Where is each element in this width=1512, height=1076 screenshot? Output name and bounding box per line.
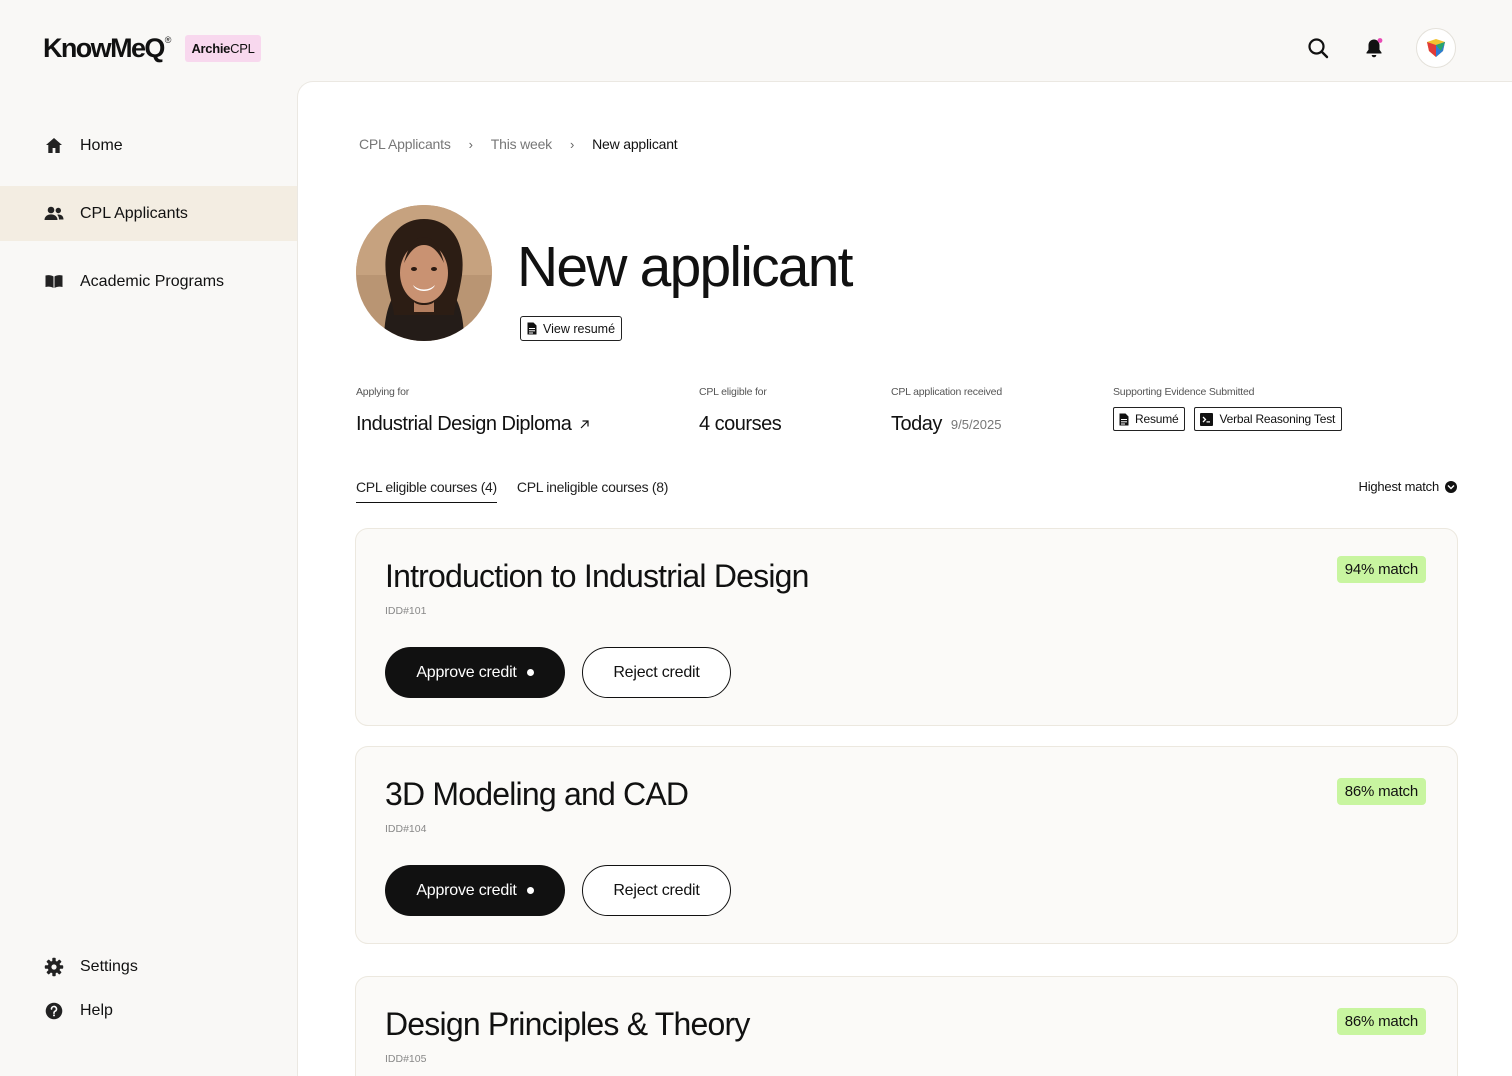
course-card: 3D Modeling and CAD IDD#104 86% match Ap… — [355, 746, 1458, 944]
sidebar-item-label: Help — [80, 1001, 113, 1019]
view-resume-label: View resumé — [543, 321, 616, 336]
sidebar-item-help[interactable]: Help — [0, 983, 297, 1038]
stat-label: CPL eligible for — [699, 386, 767, 398]
sort-label: Highest match — [1358, 479, 1440, 494]
course-code: IDD#105 — [385, 1053, 427, 1065]
sort-dropdown[interactable]: Highest match — [1358, 479, 1457, 494]
view-resume-button[interactable]: View resumé — [520, 316, 623, 341]
search-icon[interactable] — [1298, 28, 1338, 68]
users-icon — [44, 204, 64, 224]
terminal-icon — [1200, 412, 1214, 426]
tab-eligible-courses[interactable]: CPL eligible courses (4) — [356, 479, 497, 503]
chevron-down-icon — [1445, 480, 1457, 493]
match-badge: 86% match — [1336, 1008, 1426, 1035]
main-panel: CPL Applicants › This week › New applica… — [297, 81, 1512, 1076]
stat-applying-for: Applying for Industrial Design Diploma — [356, 386, 590, 436]
book-icon — [44, 272, 64, 292]
approve-label: Approve credit — [416, 881, 517, 899]
sidebar-item-label: Academic Programs — [80, 272, 225, 290]
dot-icon — [526, 887, 534, 894]
course-title: Design Principles & Theory — [385, 1006, 750, 1042]
page-title: New applicant — [517, 235, 853, 299]
reject-credit-button[interactable]: Reject credit — [582, 647, 731, 698]
course-title: Introduction to Industrial Design — [385, 558, 809, 594]
evidence-resume-chip[interactable]: Resumé — [1113, 407, 1186, 431]
course-title: 3D Modeling and CAD — [385, 776, 689, 812]
evidence-label: Verbal Reasoning Test — [1219, 412, 1336, 426]
applicant-photo — [356, 205, 492, 341]
top-actions — [1298, 28, 1456, 68]
sidebar-item-home[interactable]: Home — [0, 118, 297, 173]
document-icon — [1119, 413, 1129, 425]
brand-logo[interactable]: KnowMeQ ® ArchieCPL — [43, 33, 261, 64]
chevron-right-icon: › — [468, 136, 473, 152]
received-date: 9/5/2025 — [950, 417, 1002, 432]
external-link-icon[interactable] — [579, 419, 590, 430]
sidebar-item-academic-programs[interactable]: Academic Programs — [0, 254, 297, 309]
registered-mark: ® — [164, 34, 172, 45]
document-icon — [527, 322, 537, 335]
dot-icon — [526, 669, 534, 676]
tab-ineligible-courses[interactable]: CPL ineligible courses (8) — [517, 479, 669, 503]
stat-label: Supporting Evidence Submitted — [1113, 386, 1255, 398]
breadcrumb-current: New applicant — [592, 136, 678, 152]
help-icon — [44, 1001, 64, 1021]
product-badge: ArchieCPL — [185, 35, 261, 62]
sidebar-item-label: CPL Applicants — [80, 204, 188, 222]
chevron-right-icon: › — [570, 136, 575, 152]
stat-supporting-evidence: Supporting Evidence Submitted Resumé Ver… — [1113, 386, 1351, 431]
breadcrumb: CPL Applicants › This week › New applica… — [359, 136, 678, 152]
course-code: IDD#101 — [385, 605, 427, 617]
course-card: Design Principles & Theory IDD#105 86% m… — [355, 976, 1458, 1076]
sidebar-item-label: Settings — [80, 957, 138, 975]
breadcrumb-item[interactable]: CPL Applicants — [359, 136, 451, 152]
evidence-label: Resumé — [1135, 412, 1179, 426]
program-name[interactable]: Industrial Design Diploma — [356, 413, 572, 436]
gear-icon — [44, 957, 64, 977]
sidebar-item-label: Home — [80, 136, 123, 154]
brand-wordmark: KnowMeQ — [43, 33, 165, 63]
sidebar-item-cpl-applicants[interactable]: CPL Applicants — [0, 186, 297, 241]
stat-label: Applying for — [356, 386, 410, 398]
stat-label: CPL application received — [891, 386, 1002, 398]
product-name-rest: CPL — [230, 41, 255, 56]
course-card: Introduction to Industrial Design IDD#10… — [355, 528, 1458, 726]
match-badge: 94% match — [1336, 556, 1426, 583]
course-code: IDD#104 — [385, 823, 427, 835]
stat-eligible-for: CPL eligible for 4 courses — [699, 386, 782, 436]
approve-label: Approve credit — [416, 663, 517, 681]
match-badge: 86% match — [1336, 778, 1426, 805]
breadcrumb-item[interactable]: This week — [491, 136, 552, 152]
evidence-test-chip[interactable]: Verbal Reasoning Test — [1194, 407, 1343, 431]
profile-logo-icon[interactable] — [1416, 28, 1456, 68]
bell-icon[interactable] — [1354, 28, 1394, 68]
stat-application-received: CPL application received Today 9/5/2025 — [891, 386, 1002, 436]
approve-credit-button[interactable]: Approve credit — [385, 647, 565, 698]
received-day: Today — [891, 413, 942, 435]
reject-credit-button[interactable]: Reject credit — [582, 865, 731, 916]
eligible-count: 4 courses — [699, 413, 782, 435]
home-icon — [44, 136, 64, 156]
course-tabs: CPL eligible courses (4) CPL ineligible … — [356, 479, 688, 503]
notification-dot — [1377, 38, 1383, 43]
product-name-bold: Archie — [191, 41, 231, 56]
approve-credit-button[interactable]: Approve credit — [385, 865, 565, 916]
